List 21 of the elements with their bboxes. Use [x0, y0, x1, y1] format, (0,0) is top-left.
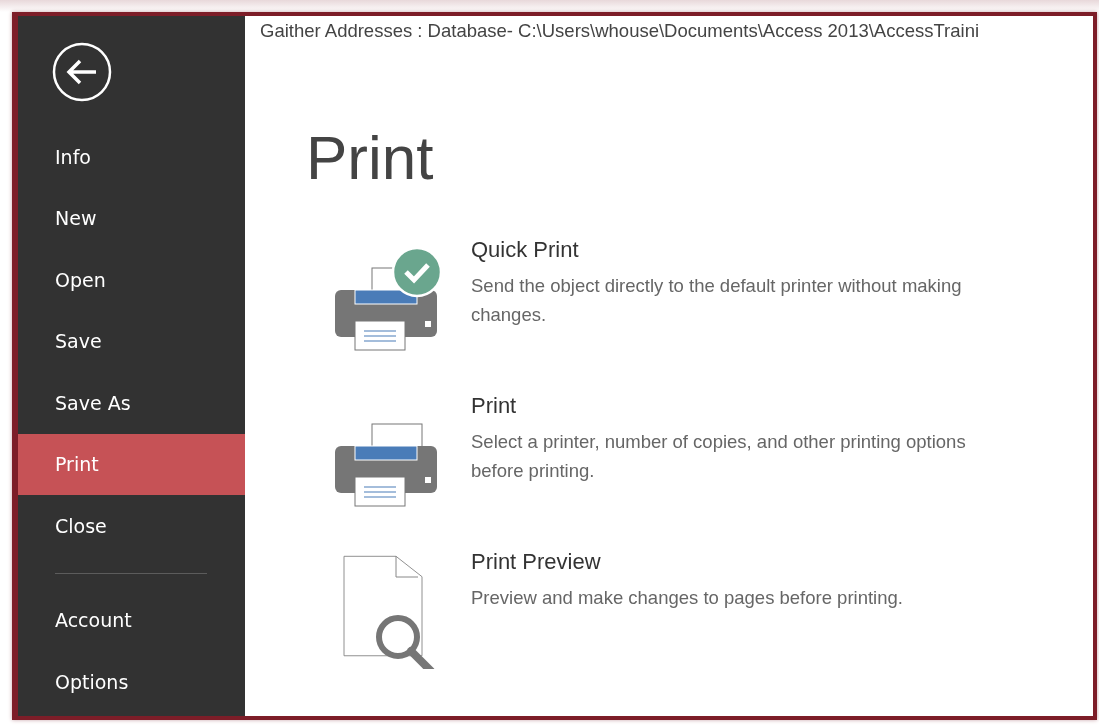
- page-heading: Print: [306, 122, 435, 193]
- option-description: Select a printer, number of copies, and other printing options before printing.: [471, 430, 967, 483]
- sidebar-item[interactable]: New: [18, 187, 245, 249]
- print-option[interactable]: Print Preview Preview and make changes to pages before printing.: [330, 549, 1093, 669]
- option-title: Quick Print: [471, 237, 579, 263]
- sidebar-item[interactable]: Info: [18, 126, 245, 188]
- option-description: Send the object directly to the default printer without making changes.: [471, 274, 963, 327]
- option-description: Preview and make changes to pages before printing.: [471, 586, 904, 610]
- sidebar-item[interactable]: Close: [18, 495, 245, 557]
- print-option[interactable]: Print Select a printer, number of copies, and other printing options before printing.: [330, 393, 1093, 513]
- sidebar-item[interactable]: Save As: [18, 372, 245, 434]
- print-option[interactable]: Quick Print Send the object directly to the default printer without making changes.: [330, 237, 1093, 357]
- sidebar-item[interactable]: Options: [18, 651, 245, 713]
- option-title: Print Preview: [471, 549, 601, 575]
- sidebar-item[interactable]: Print: [18, 433, 245, 495]
- option-title: Print: [471, 393, 517, 419]
- window-title: Gaither Addresses : Database- C:\Users\whouse\Documents\Access 2013\AccessTraini: [260, 20, 981, 42]
- sidebar-item[interactable]: Open: [18, 249, 245, 311]
- sidebar-item[interactable]: Save: [18, 310, 245, 372]
- back-button[interactable]: [52, 42, 112, 102]
- sidebar-item[interactable]: Account: [18, 589, 245, 651]
